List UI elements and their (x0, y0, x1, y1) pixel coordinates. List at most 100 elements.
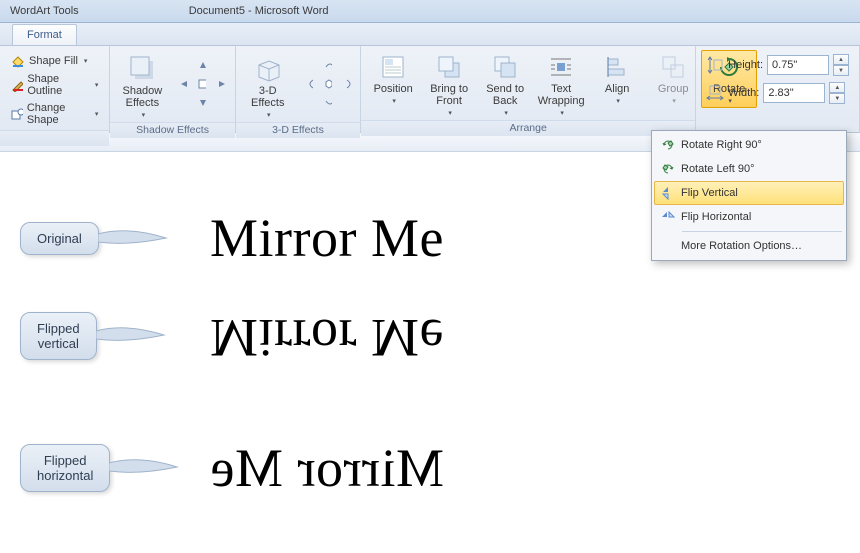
nudge-shadow-up[interactable] (193, 56, 211, 74)
wordart-original[interactable]: Mirror Me (210, 207, 444, 269)
rotate-menu: Rotate Right 90° Rotate Left 90° Flip Ve… (651, 130, 847, 261)
dropdown-arrow-icon: ▾ (84, 57, 88, 65)
shapes-icon (11, 107, 23, 121)
nudge-down-icon (198, 98, 206, 108)
spinner-down-icon[interactable]: ▼ (833, 65, 849, 76)
bring-to-front-button[interactable]: Bring to Front ▾ (421, 50, 477, 120)
pencil-icon (11, 78, 23, 92)
dropdown-arrow-icon: ▾ (504, 109, 508, 117)
group-3d: 3-D Effects▾ 3-D Effects (236, 46, 361, 132)
width-label: Width: (728, 87, 759, 99)
group-objects-button[interactable]: Group▾ (645, 50, 701, 108)
group-icon (659, 53, 687, 81)
spinner-down-icon[interactable]: ▼ (829, 93, 845, 104)
dropdown-arrow-icon: ▾ (560, 109, 564, 117)
callout-original-label: Original (37, 231, 82, 246)
wordart-flipped-horizontal[interactable]: Mirror Me (210, 437, 444, 499)
flip-vertical-icon (660, 185, 676, 201)
context-tab-label: WordArt Tools (0, 5, 89, 17)
position-button[interactable]: Position▾ (365, 50, 421, 108)
nudge-up-icon (198, 60, 206, 70)
nudge-right-icon (217, 79, 225, 89)
spinner-up-icon[interactable]: ▲ (829, 82, 845, 93)
tilt-left[interactable] (300, 75, 318, 93)
callout-pointer-icon (109, 453, 179, 483)
tilt-right[interactable] (338, 75, 356, 93)
callout-flipv-label: Flipped vertical (37, 321, 80, 351)
height-spinner[interactable]: ▲▼ (833, 54, 849, 76)
tilt-left-icon (305, 78, 313, 90)
shape-outline-label: Shape Outline (27, 73, 89, 97)
menu-more-rotation[interactable]: More Rotation Options… (654, 234, 844, 258)
ribbon: Shape Fill ▾ Shape Outline ▾ Change Shape ▾… (0, 46, 860, 133)
shadow-toggle[interactable] (193, 75, 211, 93)
align-label: Align (605, 83, 629, 95)
align-button[interactable]: Align ▾ (589, 50, 645, 108)
bucket-icon (11, 54, 25, 68)
nudge-shadow-right[interactable] (212, 75, 230, 93)
tilt-up[interactable] (319, 56, 337, 74)
dropdown-arrow-icon: ▾ (142, 111, 146, 119)
shape-fill-button[interactable]: Shape Fill ▾ (6, 52, 103, 70)
tilt-right-icon (343, 78, 351, 90)
width-spinner[interactable]: ▲▼ (829, 82, 845, 104)
group-shadow: Shadow Effects▾ Shadow Effects (110, 46, 235, 132)
bring-front-label: Bring to Front (430, 83, 468, 107)
group-label-3d: 3-D Effects (236, 122, 360, 138)
send-back-label: Send to Back (486, 83, 524, 107)
title-bar: WordArt Tools Document5 - Microsoft Word (0, 0, 860, 23)
dropdown-arrow-icon: ▾ (95, 81, 99, 89)
shape-fill-label: Shape Fill (29, 55, 78, 67)
height-value: 0.75" (772, 59, 797, 71)
3d-toggle[interactable] (319, 75, 337, 93)
group-size: Height: 0.75" ▲▼ Width: 2.83" ▲▼ Size (696, 46, 860, 132)
change-shape-label: Change Shape (27, 102, 89, 126)
shadow-effects-button[interactable]: Shadow Effects▾ (114, 50, 170, 122)
shadow-center-icon (198, 79, 206, 89)
3d-center-icon (324, 79, 332, 89)
dropdown-arrow-icon: ▾ (95, 110, 99, 118)
dropdown-arrow-icon: ▾ (448, 109, 452, 117)
menu-flip-vertical[interactable]: Flip Vertical (654, 181, 844, 205)
group-label-arrange: Arrange (361, 120, 695, 136)
send-to-back-button[interactable]: Send to Back ▾ (477, 50, 533, 120)
3d-effects-button[interactable]: 3-D Effects▾ (240, 50, 296, 122)
group-arrange: Position▾ Bring to Front▾ Send to Back▾ … (361, 46, 696, 132)
width-field[interactable]: 2.83" (763, 83, 825, 103)
tab-format[interactable]: Format (12, 24, 77, 45)
wordart-flipped-vertical[interactable]: Mirror Me (210, 307, 444, 369)
callout-fliph-label: Flipped horizontal (37, 453, 93, 483)
text-wrap-icon (547, 53, 575, 81)
menu-rotate-left-90[interactable]: Rotate Left 90° (654, 157, 844, 181)
flip-horizontal-icon (660, 209, 676, 225)
cube-icon (253, 53, 283, 83)
spinner-up-icon[interactable]: ▲ (833, 54, 849, 65)
menu-more-label: More Rotation Options… (681, 240, 802, 252)
position-label: Position (374, 83, 413, 95)
rotate-right-icon (660, 137, 676, 153)
text-wrapping-button[interactable]: Text Wrapping ▾ (533, 50, 589, 120)
height-label: Height: (728, 59, 763, 71)
width-value: 2.83" (768, 87, 793, 99)
nudge-left-icon (179, 79, 187, 89)
group-label: Group (658, 83, 689, 95)
text-wrap-label: Text Wrapping (538, 83, 585, 107)
menu-flip-horizontal[interactable]: Flip Horizontal (654, 205, 844, 229)
bring-front-icon (435, 53, 463, 81)
dropdown-arrow-icon: ▾ (616, 97, 620, 105)
send-back-icon (491, 53, 519, 81)
nudge-shadow-left[interactable] (174, 75, 192, 93)
nudge-shadow-down[interactable] (193, 94, 211, 112)
shape-outline-button[interactable]: Shape Outline ▾ (6, 71, 103, 99)
menu-flipv-label: Flip Vertical (681, 187, 738, 199)
tilt-down[interactable] (319, 94, 337, 112)
callout-flip-vertical: Flipped vertical (20, 312, 166, 360)
group-label-shadow: Shadow Effects (110, 122, 234, 138)
callout-pointer-icon (98, 224, 168, 254)
menu-fliph-label: Flip Horizontal (681, 211, 751, 223)
change-shape-button[interactable]: Change Shape ▾ (6, 100, 103, 128)
menu-rotate-right-90[interactable]: Rotate Right 90° (654, 133, 844, 157)
height-field[interactable]: 0.75" (767, 55, 829, 75)
group-label-styles (0, 130, 109, 146)
3d-effects-label: 3-D Effects (251, 85, 284, 109)
